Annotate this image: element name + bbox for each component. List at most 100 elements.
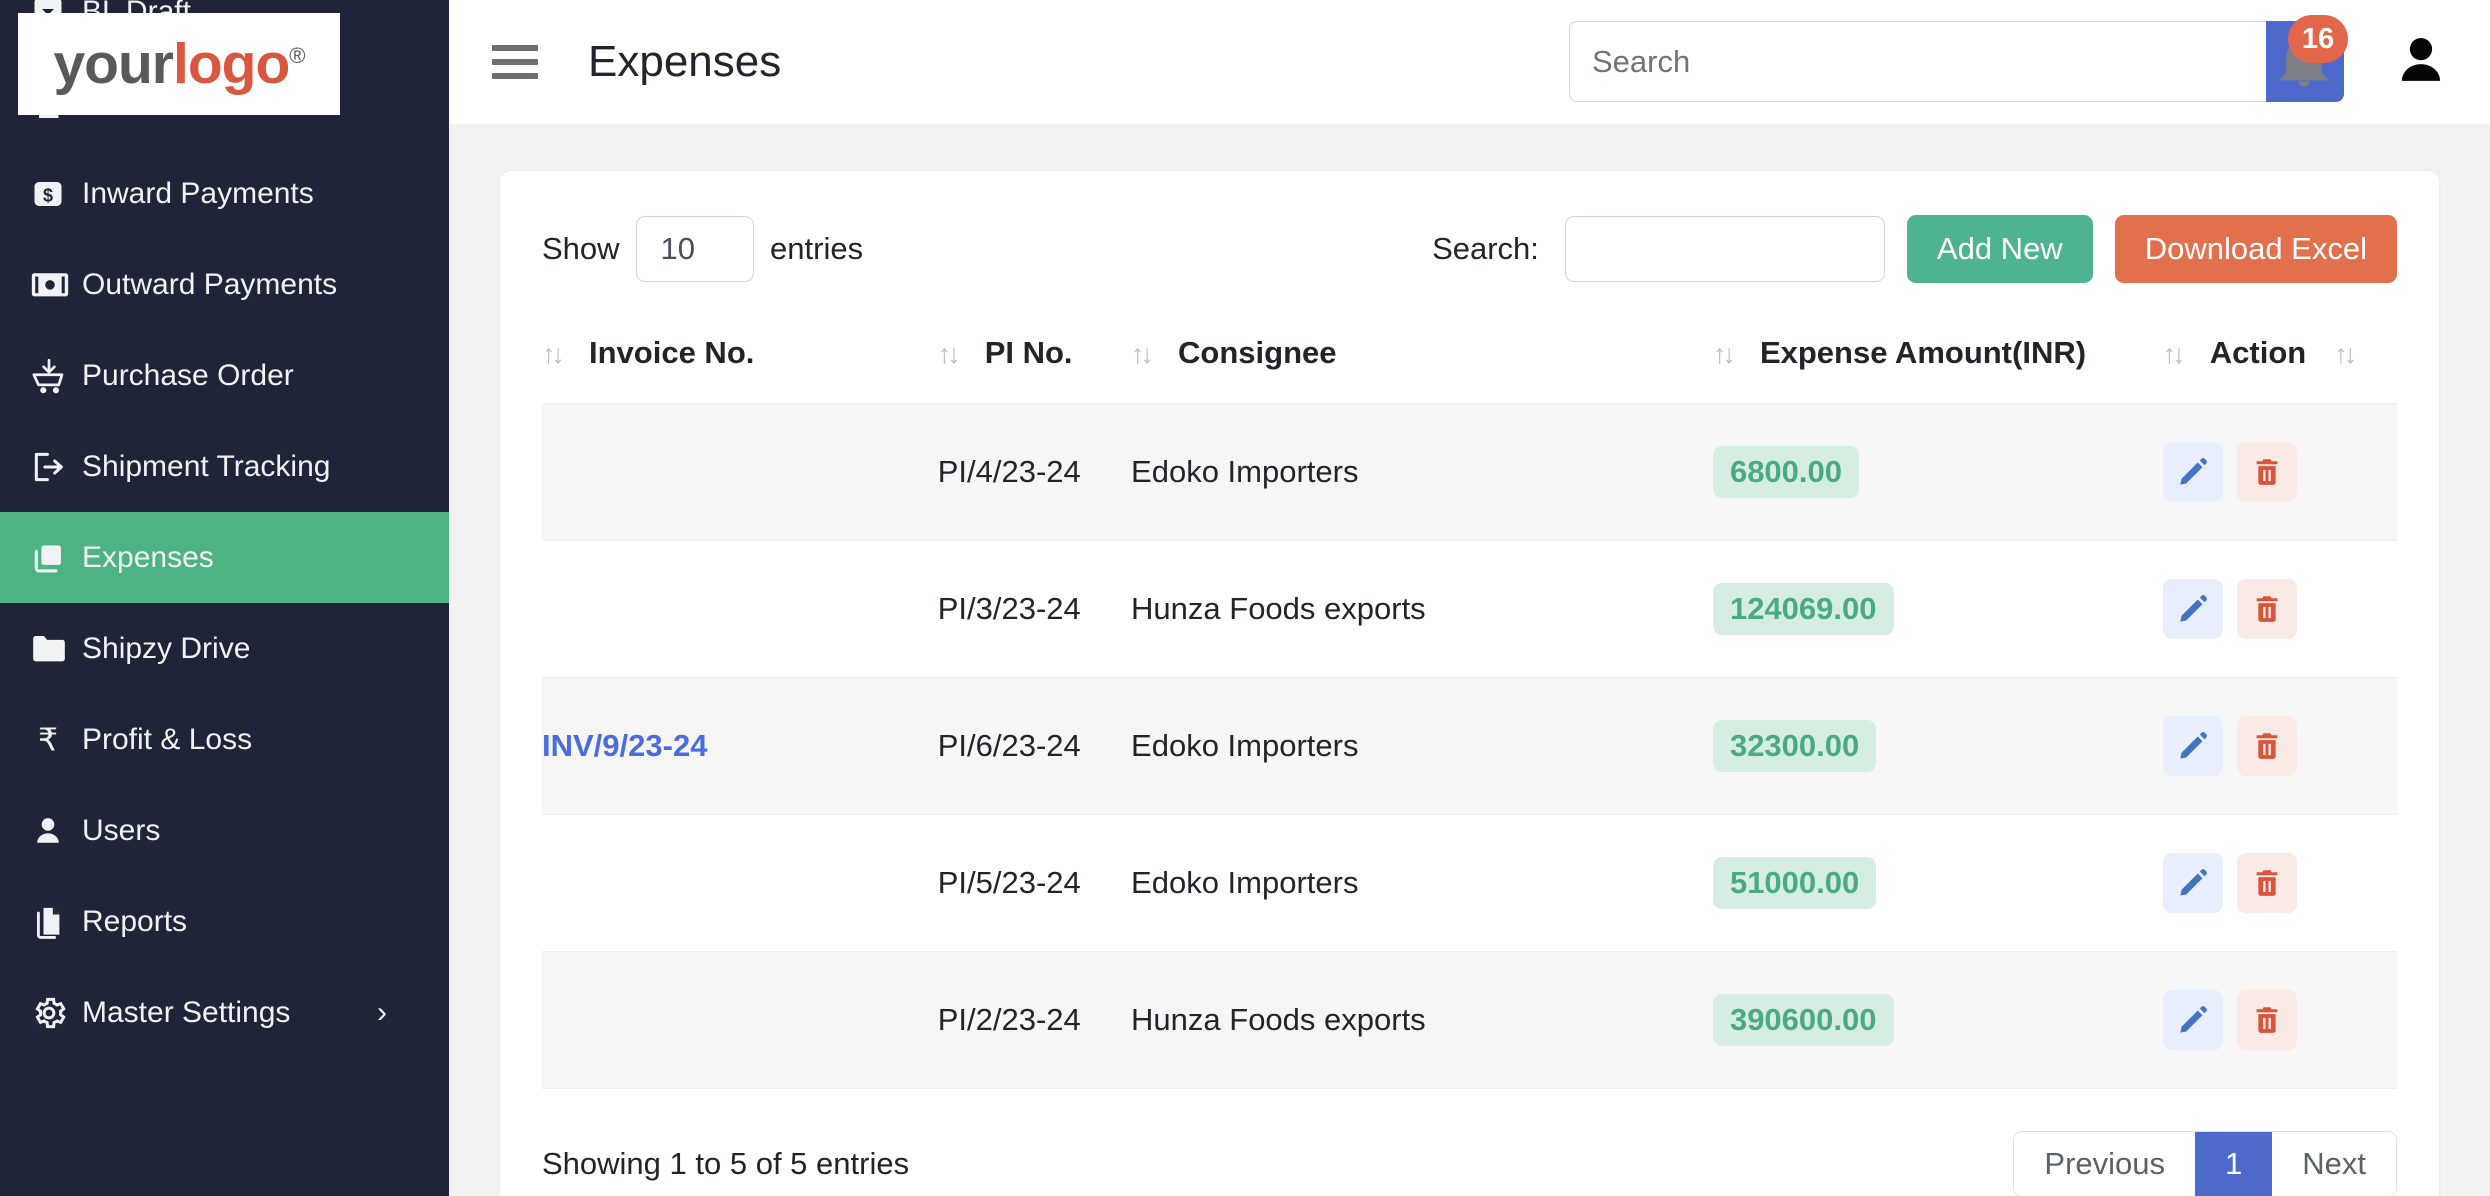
cell-expense-amount: 124069.00 [1712, 540, 2163, 678]
sort-updown-icon: ↑↓ [542, 339, 565, 369]
amount-badge: 390600.00 [1712, 994, 1894, 1046]
delete-row-button[interactable] [2236, 990, 2297, 1050]
cell-pi-no: PI/4/23-24 [937, 403, 1132, 541]
add-new-button[interactable]: Add New [1906, 215, 2093, 283]
column-label: PI No. [984, 335, 1073, 370]
money-in-icon: $ [30, 176, 82, 212]
sidebar-item-label: Shipzy Drive [82, 631, 251, 665]
sort-updown-icon: ↑↓ [1131, 339, 1154, 369]
row-actions [2162, 853, 2397, 913]
hamburger-bar [492, 59, 538, 65]
sidebar-item-label: Reports [82, 904, 188, 938]
cell-expense-amount: 51000.00 [1712, 814, 2163, 952]
amount-badge: 32300.00 [1712, 720, 1877, 772]
column-header-expense-amount[interactable]: ↑↓ Expense Amount(INR) [1713, 317, 2163, 404]
column-header-pi-no[interactable]: ↑↓ PI No. [938, 317, 1131, 404]
search-input[interactable] [1569, 21, 2266, 102]
sidebar-item-inward-payments[interactable]: $ Inward Payments [0, 148, 449, 239]
sort-updown-icon: ↑↓ [2334, 339, 2357, 369]
pagination-previous[interactable]: Previous [2014, 1132, 2195, 1196]
sidebar-nav: BL DraftChecklist$Inward PaymentsOutward… [0, 0, 449, 1058]
sidebar-item-label: Master Settings [82, 995, 291, 1029]
row-actions [2162, 716, 2397, 776]
sidebar-item-outward-payments[interactable]: Outward Payments [0, 239, 449, 330]
cart-download-icon [30, 357, 82, 395]
column-label: Action [2209, 335, 2307, 370]
cell-consignee: Edoko Importers [1131, 814, 1713, 952]
column-header-action[interactable]: ↑↓ Action ↑↓ [2163, 317, 2397, 404]
table-search-label: Search: [1432, 231, 1539, 266]
sort-updown-icon: ↑↓ [1712, 339, 1736, 369]
page-size-select[interactable]: 10 [635, 216, 755, 282]
brand-logo[interactable]: yourlogo® [18, 13, 340, 115]
gear-icon [30, 994, 82, 1032]
delete-row-button[interactable] [2236, 716, 2297, 776]
copy-layers-icon [30, 540, 82, 576]
table-body: PI/4/23-24 Edoko Importers 6800.00 PI/3/23-… [542, 403, 2397, 1088]
cell-consignee: Hunza Foods exports [1131, 540, 1713, 678]
sidebar-item-purchase-order[interactable]: Purchase Order [0, 330, 449, 421]
documents-icon [30, 904, 82, 940]
cell-invoice-no: INV/9/23-24 [542, 677, 938, 815]
hamburger-icon[interactable] [492, 45, 538, 79]
delete-row-button[interactable] [2236, 579, 2297, 639]
column-label: Consignee [1178, 335, 1337, 370]
table-row: PI/4/23-24 Edoko Importers 6800.00 [542, 403, 2397, 541]
logo-accent-text: logo [173, 31, 290, 96]
pagination-page-1[interactable]: 1 [2195, 1132, 2273, 1196]
sidebar-item-expenses[interactable]: Expenses [0, 512, 449, 603]
table-toolbar: Show 10 entries Search: Add New Download… [542, 171, 2397, 317]
invoice-link[interactable]: INV/9/23-24 [542, 728, 707, 763]
app-root: BL DraftChecklist$Inward PaymentsOutward… [0, 0, 2490, 1196]
amount-badge: 124069.00 [1712, 583, 1894, 635]
sort-updown-icon: ↑↓ [2162, 339, 2186, 369]
cell-action [2162, 540, 2397, 678]
show-entries-control: Show 10 entries [542, 216, 863, 282]
sidebar-item-profit-loss[interactable]: ₹ Profit & Loss [0, 694, 449, 785]
sort-updown-icon: ↑↓ [937, 339, 961, 369]
pagination: Previous 1 Next [2013, 1131, 2397, 1196]
download-excel-button[interactable]: Download Excel [2114, 215, 2397, 283]
cell-consignee: Edoko Importers [1131, 677, 1713, 815]
cell-expense-amount: 6800.00 [1712, 403, 2163, 541]
sidebar-item-users[interactable]: Users [0, 785, 449, 876]
pagination-next[interactable]: Next [2272, 1132, 2396, 1196]
edit-row-button[interactable] [2162, 442, 2223, 502]
row-actions [2162, 990, 2397, 1050]
logout-arrow-icon [30, 448, 82, 486]
amount-badge: 6800.00 [1712, 446, 1860, 498]
sidebar-item-label: Shipment Tracking [82, 449, 331, 483]
edit-row-button[interactable] [2162, 579, 2223, 639]
sidebar-item-shipment-tracking[interactable]: Shipment Tracking [0, 421, 449, 512]
column-label: Invoice No. [589, 335, 755, 370]
cell-action [2162, 814, 2397, 952]
edit-row-button[interactable] [2162, 990, 2223, 1050]
notifications-button[interactable]: 16 [2273, 15, 2348, 94]
sidebar-item-master-settings[interactable]: Master Settings › [0, 967, 449, 1058]
sidebar-item-shipzy-drive[interactable]: Shipzy Drive [0, 603, 449, 694]
toolbar-right: Search: Add New Download Excel [1432, 215, 2397, 283]
logo-text: yourlogo® [53, 35, 305, 93]
edit-row-button[interactable] [2162, 853, 2223, 913]
cell-pi-no: PI/5/23-24 [937, 814, 1132, 952]
expenses-card: Show 10 entries Search: Add New Download… [499, 170, 2440, 1196]
column-header-invoice-no[interactable]: ↑↓ Invoice No. [542, 317, 938, 404]
cell-action [2162, 951, 2397, 1088]
edit-row-button[interactable] [2162, 716, 2223, 776]
table-footer: Showing 1 to 5 of 5 entries Previous 1 N… [542, 1088, 2397, 1196]
cell-expense-amount: 32300.00 [1712, 677, 2163, 815]
sidebar-item-reports[interactable]: Reports [0, 876, 449, 967]
chevron-right-icon: › [377, 995, 387, 1029]
cell-expense-amount: 390600.00 [1712, 951, 2163, 1088]
delete-row-button[interactable] [2236, 853, 2297, 913]
hamburger-bar [492, 45, 538, 51]
column-header-consignee[interactable]: ↑↓ Consignee [1131, 317, 1713, 404]
column-label: Expense Amount(INR) [1759, 335, 2087, 370]
avatar[interactable] [2390, 28, 2452, 99]
delete-row-button[interactable] [2236, 442, 2297, 502]
table-search-input[interactable] [1564, 216, 1885, 282]
cell-invoice-no [542, 403, 938, 541]
cell-invoice-no [542, 540, 938, 678]
page-title: Expenses [588, 37, 782, 86]
table-row: PI/3/23-24 Hunza Foods exports 124069.00 [542, 540, 2397, 678]
